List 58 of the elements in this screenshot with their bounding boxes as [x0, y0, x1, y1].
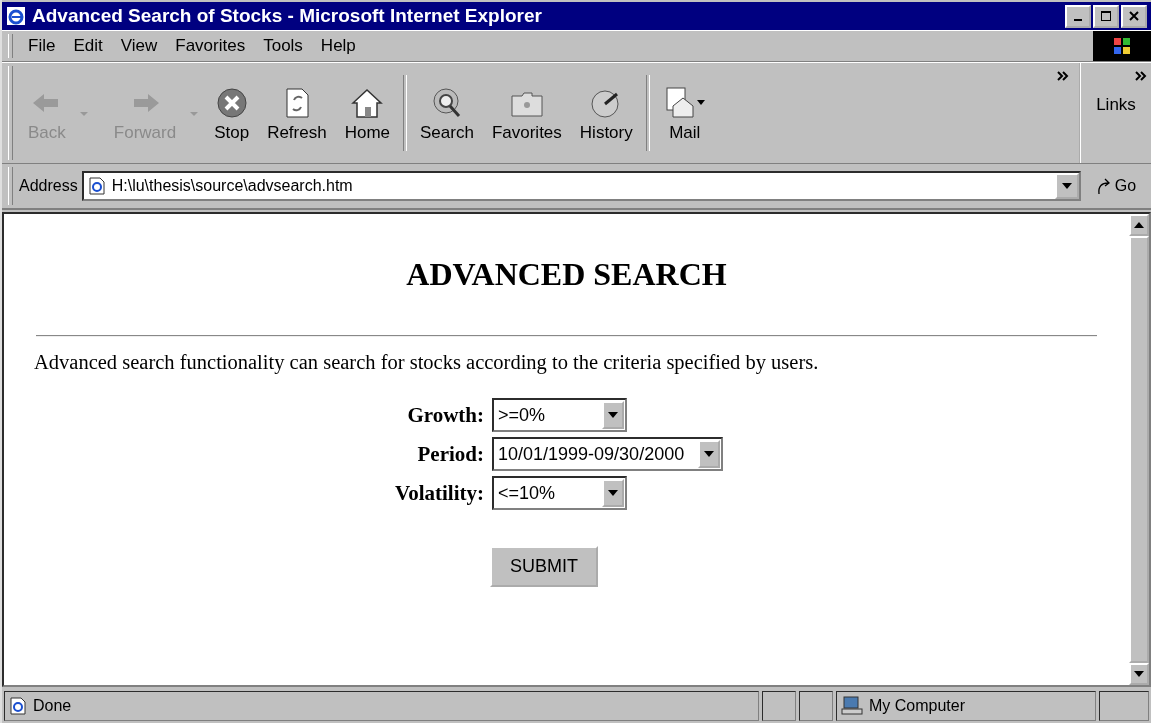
intro-text: Advanced search functionality can search for stocks according to the criteria specified by users. [34, 351, 820, 374]
resize-grip[interactable] [1099, 691, 1149, 721]
caret-icon [78, 111, 89, 117]
stop-icon [214, 86, 249, 120]
caret-icon [1062, 183, 1072, 189]
double-chevron-icon[interactable] [1057, 71, 1069, 81]
page-heading: ADVANCED SEARCH [405, 256, 728, 293]
up-arrow-icon[interactable] [1134, 222, 1144, 228]
menu-item[interactable]: Help [311, 34, 365, 58]
search-button[interactable]: Search [411, 63, 483, 163]
window-title: Advanced Search of Stocks - Microsoft Internet Explorer [32, 5, 542, 27]
field-label: Period: [417, 441, 484, 467]
maximize-icon [1100, 10, 1112, 22]
dropdown-field[interactable]: <=10% [492, 476, 627, 510]
go-button[interactable]: Go [1081, 176, 1151, 196]
stop-button[interactable]: Stop [205, 63, 259, 163]
caret-icon [608, 412, 618, 418]
close-icon [1128, 10, 1140, 22]
down-arrow-icon[interactable] [1134, 671, 1144, 677]
refresh-button[interactable]: Refresh [258, 63, 336, 163]
home-button[interactable]: Home [335, 63, 400, 163]
menu-item[interactable]: Favorites [166, 34, 255, 58]
minimize-button[interactable] [1065, 4, 1091, 28]
field-label: Growth: [407, 402, 484, 428]
menu-item[interactable]: Tools [254, 34, 312, 58]
caret-icon [189, 111, 200, 117]
dropdown-field[interactable]: 10/01/1999-09/30/2000 [492, 437, 724, 471]
field-label: Volatility: [394, 480, 484, 506]
close-button[interactable] [1121, 4, 1147, 28]
zone-text: My Computer [869, 697, 966, 715]
links-button[interactable]: Links [1096, 95, 1136, 115]
address-field[interactable]: H:\lu\thesis\source\advsearch.htm [81, 171, 1081, 201]
computer-icon [841, 696, 863, 716]
caret-icon [704, 451, 715, 457]
windows-logo-icon [1093, 31, 1151, 61]
vertical-scrollbar[interactable] [1129, 214, 1149, 685]
dropdown-button[interactable] [1055, 173, 1079, 199]
browser-logo-icon [6, 6, 26, 26]
page-icon [87, 177, 106, 195]
curved-arrow-icon [1095, 177, 1112, 195]
page-icon [9, 697, 27, 715]
caret-icon [608, 490, 618, 496]
menu-item[interactable]: Edit [64, 34, 112, 58]
house-icon [350, 86, 385, 120]
status-text: Done [33, 697, 72, 715]
address-label: Address [19, 177, 78, 195]
status-pane [799, 691, 833, 721]
status-pane [762, 691, 796, 721]
double-chevron-icon[interactable] [1135, 71, 1147, 81]
dropdown-field[interactable]: >=0% [492, 398, 627, 432]
history-button[interactable]: History [570, 63, 642, 163]
menu-item[interactable]: File [19, 34, 65, 58]
minimize-icon [1074, 19, 1082, 21]
maximize-button[interactable] [1093, 4, 1119, 28]
favorites-button[interactable]: Favorites [482, 63, 571, 163]
mail-button[interactable]: Mail [653, 63, 716, 163]
menu-item[interactable]: View [111, 34, 167, 58]
submit-button[interactable]: SUBMIT [490, 546, 598, 587]
